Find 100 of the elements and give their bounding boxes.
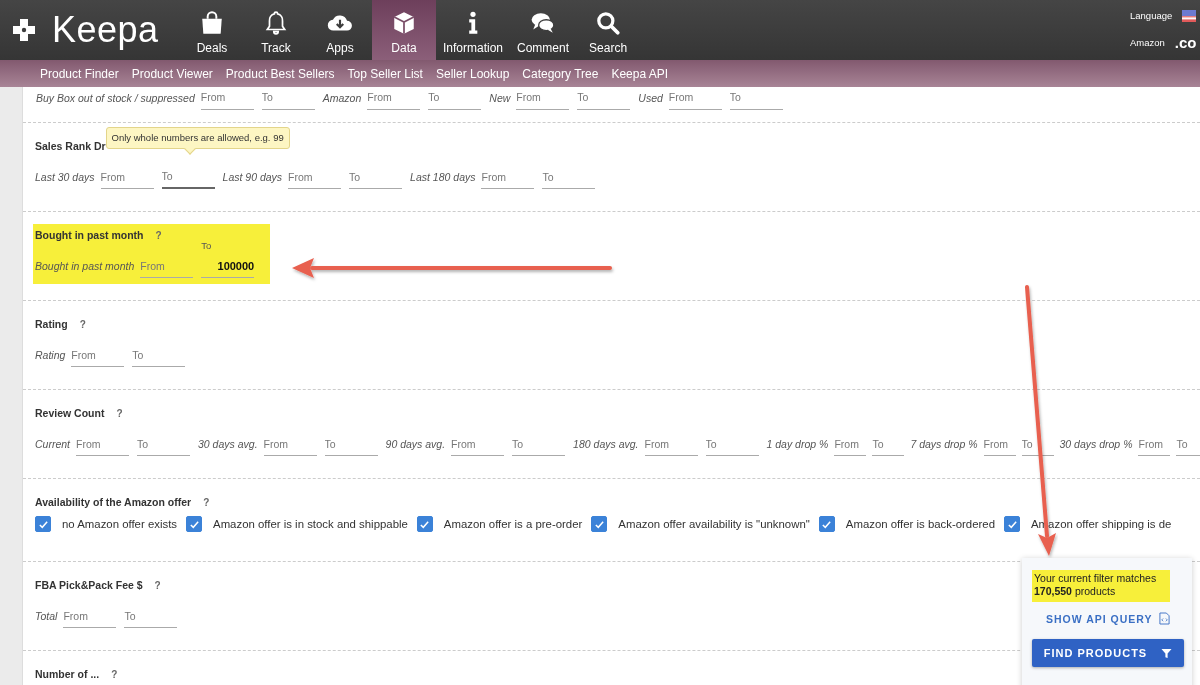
checkbox[interactable] (1004, 516, 1020, 532)
language-label: Language (1130, 10, 1173, 21)
help-link[interactable]: ? (111, 668, 118, 680)
field-label: 90 days avg. (385, 438, 446, 450)
number-field[interactable]: To (349, 165, 403, 189)
number-field[interactable]: 100000 (201, 254, 255, 278)
number-field[interactable]: To (705, 432, 759, 456)
number-field[interactable]: From (1138, 432, 1171, 456)
checkbox-label: Amazon offer availability is "unknown" (618, 518, 810, 530)
number-field[interactable]: From (63, 604, 117, 628)
checkbox-label: Amazon offer is back-ordered (845, 518, 995, 530)
nav-tab[interactable]: Data (372, 0, 436, 60)
code-file-icon (1158, 612, 1170, 625)
number-field[interactable]: From (100, 165, 154, 189)
help-link[interactable]: ? (155, 229, 162, 241)
number-field[interactable]: From (834, 432, 867, 456)
number-field[interactable]: From (288, 165, 342, 189)
checkbox[interactable] (186, 516, 203, 532)
subnav-link[interactable]: Category Tree (522, 66, 599, 81)
number-field[interactable]: To (124, 604, 178, 628)
field-label: Rating (35, 349, 66, 361)
field-label: New (489, 91, 511, 104)
number-field[interactable]: From (367, 85, 421, 110)
checkbox[interactable] (35, 516, 51, 532)
field-label: 30 days drop % (1059, 438, 1133, 450)
filter-icon (1161, 647, 1173, 659)
field-label: 1 day drop % (766, 438, 829, 450)
checkbox-label: Amazon offer is a pre-order (443, 518, 583, 530)
number-field[interactable]: From (516, 85, 570, 110)
subnav-link[interactable]: Top Seller List (347, 66, 423, 81)
field-label: Bought in past month (35, 260, 135, 272)
number-field[interactable]: To (872, 432, 905, 456)
marketplace-selector[interactable]: .co (1174, 33, 1197, 51)
nav-tab[interactable]: Track (244, 0, 308, 60)
section-title: Availability of the Amazon offer (35, 496, 192, 508)
number-field[interactable]: To (428, 85, 482, 110)
number-field[interactable]: To (512, 432, 566, 456)
number-field[interactable]: From (263, 432, 317, 456)
subnav-link[interactable]: Seller Lookup (435, 66, 510, 81)
checkbox-label: no Amazon offer exists (62, 518, 178, 530)
number-field[interactable]: To (137, 432, 190, 456)
help-link[interactable]: ? (79, 318, 86, 330)
subnav-link[interactable]: Product Viewer (131, 66, 213, 81)
number-field[interactable]: From (451, 432, 505, 456)
subnav-link[interactable]: Keepa API (611, 66, 669, 81)
section-title: Sales Rank Dr (35, 140, 106, 152)
checkbox[interactable] (818, 516, 835, 532)
number-field[interactable]: To (261, 85, 315, 110)
nav-tab[interactable]: Apps (308, 0, 372, 60)
help-link[interactable]: ? (116, 407, 123, 419)
flag-icon[interactable] (1182, 9, 1197, 22)
checkbox[interactable] (416, 516, 433, 532)
checkbox[interactable] (591, 516, 608, 532)
number-field[interactable]: To (542, 165, 596, 189)
section-title: FBA Pick&Pack Fee $ (35, 579, 143, 591)
field-label: Amazon (322, 91, 362, 104)
number-field[interactable]: From (644, 432, 698, 456)
number-field[interactable]: To (577, 85, 631, 110)
search-icon (595, 9, 622, 36)
help-link[interactable]: ? (154, 579, 161, 591)
number-field[interactable]: From (71, 343, 125, 367)
section-title: Bought in past month (35, 229, 144, 241)
shopping-bag-icon (199, 9, 225, 36)
number-field[interactable]: To (1176, 432, 1200, 456)
number-field[interactable]: From (481, 165, 535, 189)
section-title: Number of ... (35, 668, 100, 680)
number-field[interactable]: From (140, 254, 194, 278)
number-field[interactable]: To (324, 432, 378, 456)
subnav-link[interactable]: Product Best Sellers (225, 66, 335, 81)
number-field[interactable]: To (1021, 432, 1054, 456)
field-label: 30 days avg. (198, 438, 258, 450)
field-label: Last 180 days (410, 171, 476, 183)
checkbox-label: Amazon offer is in stock and shippable (213, 518, 408, 530)
nav-tab[interactable]: Deals (180, 0, 244, 60)
number-field[interactable]: To (729, 85, 783, 110)
field-label: Current (35, 438, 70, 450)
nav-tab[interactable]: Comment (510, 0, 577, 60)
section-title: Review Count (35, 407, 105, 419)
bell-icon (263, 9, 289, 36)
section-title: Rating (35, 318, 68, 330)
find-products-button[interactable]: FIND PRODUCTS (1032, 639, 1184, 667)
marketplace-label: Amazon (1130, 36, 1165, 48)
nav-tab[interactable]: Information (436, 0, 511, 60)
number-field[interactable]: From (76, 432, 129, 456)
help-link[interactable]: ? (203, 496, 210, 508)
field-label: Buy Box out of stock / suppressed (36, 91, 195, 104)
field-label: Used (638, 91, 663, 104)
field-label: To (201, 240, 212, 252)
nav-tab[interactable]: Search (576, 0, 641, 60)
number-field[interactable]: To (161, 165, 215, 189)
show-api-query-link[interactable]: SHOW API QUERY (1046, 612, 1184, 625)
number-field[interactable]: To (132, 343, 186, 367)
number-field[interactable]: From (200, 85, 254, 110)
subnav-link[interactable]: Product Finder (40, 66, 119, 81)
number-field[interactable]: From (668, 85, 722, 110)
cube-icon (391, 9, 417, 36)
logo-text[interactable]: Keepa (52, 12, 159, 48)
field-label: Total (35, 610, 58, 622)
field-label: 7 days drop % (910, 438, 978, 450)
number-field[interactable]: From (983, 432, 1016, 456)
